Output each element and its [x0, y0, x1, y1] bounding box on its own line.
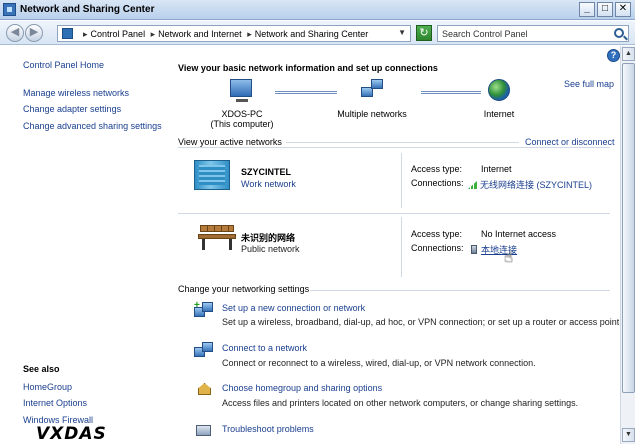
internet-label: Internet	[483, 109, 515, 119]
map-link-line	[275, 91, 337, 94]
breadcrumb-item[interactable]: Network and Internet	[158, 29, 242, 39]
connections-label: Connections:	[411, 178, 464, 188]
multiple-networks-label: Multiple networks	[337, 109, 407, 119]
chevron-down-icon[interactable]: ▼	[398, 28, 406, 37]
network-center-icon	[3, 3, 16, 16]
change-settings-label: Change your networking settings	[178, 284, 310, 294]
hand-cursor-icon	[504, 248, 516, 266]
vertical-scrollbar[interactable]: ▲ ▼	[620, 46, 635, 444]
watermark-logo: VXDAS	[36, 424, 107, 444]
vertical-divider	[401, 153, 402, 208]
breadcrumb[interactable]: ▸ Control Panel ▸ Network and Internet ▸ Ne…	[57, 25, 411, 42]
address-bar: ◀ ▶ ▸ Control Panel ▸ Network and Internet…	[0, 21, 635, 45]
page-title: View your basic network information and …	[178, 63, 438, 73]
this-computer-node: XDOS-PC (This computer)	[208, 109, 276, 129]
homegroup-icon	[194, 382, 214, 399]
window-title: Network and Sharing Center	[20, 4, 155, 15]
back-button[interactable]: ◀	[6, 24, 24, 42]
multiple-networks-icon	[361, 79, 385, 99]
access-type-label: Access type:	[411, 164, 463, 174]
access-type-value: No Internet access	[481, 229, 557, 239]
minimize-button[interactable]: _	[579, 2, 595, 17]
network-type: Public network	[241, 244, 300, 254]
breadcrumb-item[interactable]: Network and Sharing Center	[255, 29, 369, 39]
advanced-sharing-link[interactable]: Change advanced sharing settings	[23, 121, 162, 131]
breadcrumb-path: ▸ Control Panel ▸ Network and Internet ▸ Ne…	[80, 29, 368, 40]
section-divider	[286, 142, 519, 143]
chevron-right-icon[interactable]: ▸	[151, 29, 156, 39]
access-type-label: Access type:	[411, 229, 463, 239]
network-name: 未识别的网络	[241, 233, 296, 243]
chevron-right-icon[interactable]: ▸	[247, 29, 252, 39]
scroll-up-button[interactable]: ▲	[622, 47, 635, 61]
work-network-icon	[194, 160, 230, 190]
scroll-thumb[interactable]	[622, 63, 635, 393]
troubleshoot-link[interactable]: Troubleshoot problems	[222, 424, 314, 434]
maximize-button[interactable]: □	[597, 2, 613, 17]
globe-icon	[488, 79, 510, 101]
connections-label: Connections:	[411, 243, 464, 253]
network-type-link[interactable]: Work network	[241, 179, 296, 189]
task-description: Set up a wireless, broadband, dial-up, a…	[222, 317, 622, 327]
see-also-title: See also	[23, 364, 60, 374]
chevron-right-icon[interactable]: ▸	[83, 29, 88, 39]
wifi-signal-icon	[468, 181, 477, 189]
connect-to-network-link[interactable]: Connect to a network	[222, 343, 307, 353]
connect-disconnect-link[interactable]: Connect or disconnect	[525, 137, 615, 147]
see-full-map-link[interactable]: See full map	[564, 79, 614, 89]
section-divider	[178, 147, 610, 148]
forward-button[interactable]: ▶	[25, 24, 43, 42]
scroll-down-button[interactable]: ▼	[622, 428, 635, 442]
section-divider	[310, 290, 610, 291]
search-input[interactable]	[442, 28, 602, 40]
access-type-value: Internet	[481, 164, 512, 174]
help-icon[interactable]: ?	[607, 49, 620, 62]
active-networks-label: View your active networks	[178, 137, 282, 147]
connect-network-icon	[194, 342, 214, 359]
task-description: Connect or reconnect to a wireless, wire…	[222, 358, 536, 368]
map-link-line	[421, 91, 481, 94]
computer-subtitle: (This computer)	[210, 119, 274, 129]
homegroup-sharing-link[interactable]: Choose homegroup and sharing options	[222, 383, 382, 393]
control-panel-icon	[62, 28, 73, 39]
network-adapter-icon	[471, 245, 477, 254]
search-icon[interactable]	[614, 28, 624, 38]
manage-wireless-link[interactable]: Manage wireless networks	[23, 88, 129, 98]
wireless-connection-link[interactable]: 无线网络连接 (SZYCINTEL)	[468, 178, 592, 191]
search-box[interactable]	[437, 25, 629, 42]
main-content: ? View your basic network information an…	[170, 46, 628, 444]
task-description: Access files and printers located on oth…	[222, 398, 579, 408]
left-pane: Control Panel Home Manage wireless netwo…	[0, 46, 168, 444]
connection-name[interactable]: 无线网络连接 (SZYCINTEL)	[480, 180, 592, 190]
computer-name: XDOS-PC	[221, 109, 263, 119]
setup-connection-link[interactable]: Set up a new connection or network	[222, 303, 365, 313]
new-connection-icon: +	[194, 301, 214, 319]
title-bar: Network and Sharing Center _ □ ✕	[0, 0, 635, 20]
breadcrumb-item[interactable]: Control Panel	[91, 29, 146, 39]
vertical-divider	[401, 217, 402, 277]
computer-icon	[230, 79, 252, 102]
internet-options-link[interactable]: Internet Options	[23, 398, 87, 408]
network-name: SZYCINTEL	[241, 167, 292, 177]
homegroup-link[interactable]: HomeGroup	[23, 382, 72, 392]
change-adapter-link[interactable]: Change adapter settings	[23, 104, 121, 114]
close-button[interactable]: ✕	[615, 2, 631, 17]
section-divider	[178, 213, 610, 214]
troubleshoot-icon	[194, 422, 214, 439]
control-panel-home-link[interactable]: Control Panel Home	[23, 60, 104, 70]
refresh-button[interactable]: ↻	[416, 25, 432, 41]
public-network-icon	[198, 225, 236, 251]
